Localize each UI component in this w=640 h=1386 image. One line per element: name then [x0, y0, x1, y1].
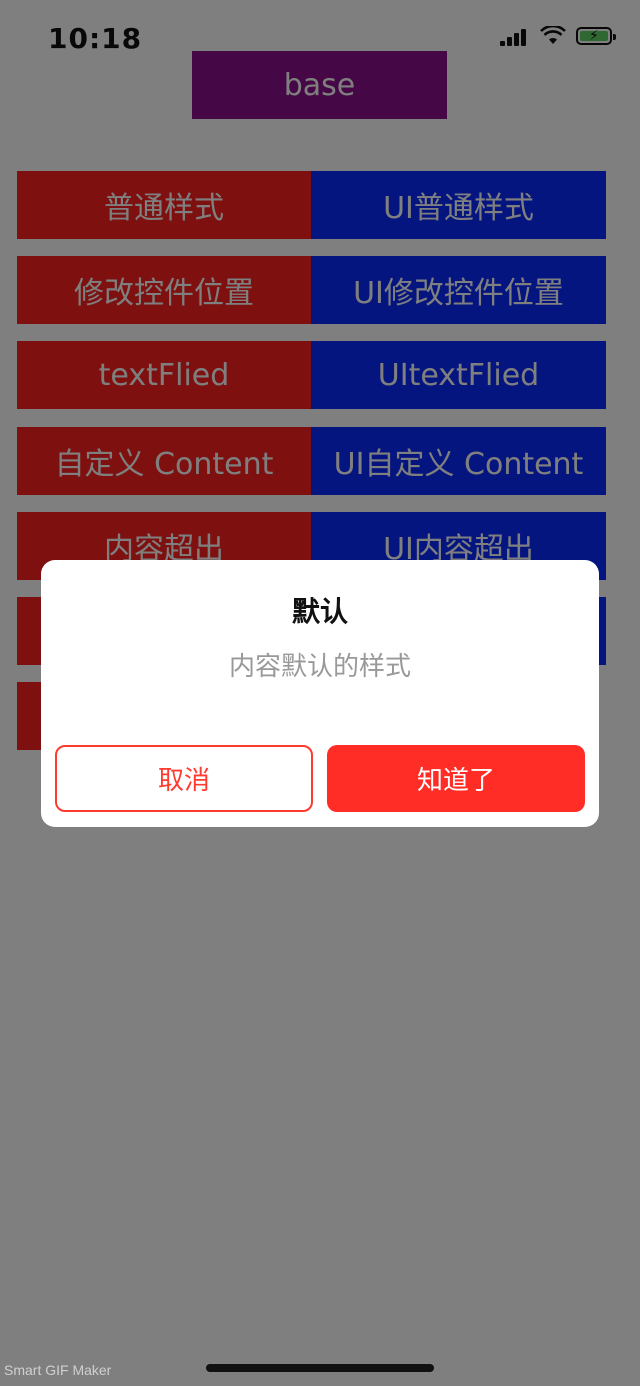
- alert-dialog: 默认 内容默认的样式 取消 知道了: [41, 560, 599, 827]
- app-screen: 10:18 ⚡ base 普通样式 UI普通样式 修改控件位置 UI修改: [0, 0, 640, 1386]
- cancel-button[interactable]: 取消: [55, 745, 313, 812]
- dialog-message: 内容默认的样式: [228, 652, 411, 682]
- home-indicator[interactable]: [206, 1364, 434, 1372]
- confirm-button[interactable]: 知道了: [327, 745, 585, 812]
- dialog-title: 默认: [291, 595, 348, 628]
- watermark: Smart GIF Maker: [4, 1362, 112, 1378]
